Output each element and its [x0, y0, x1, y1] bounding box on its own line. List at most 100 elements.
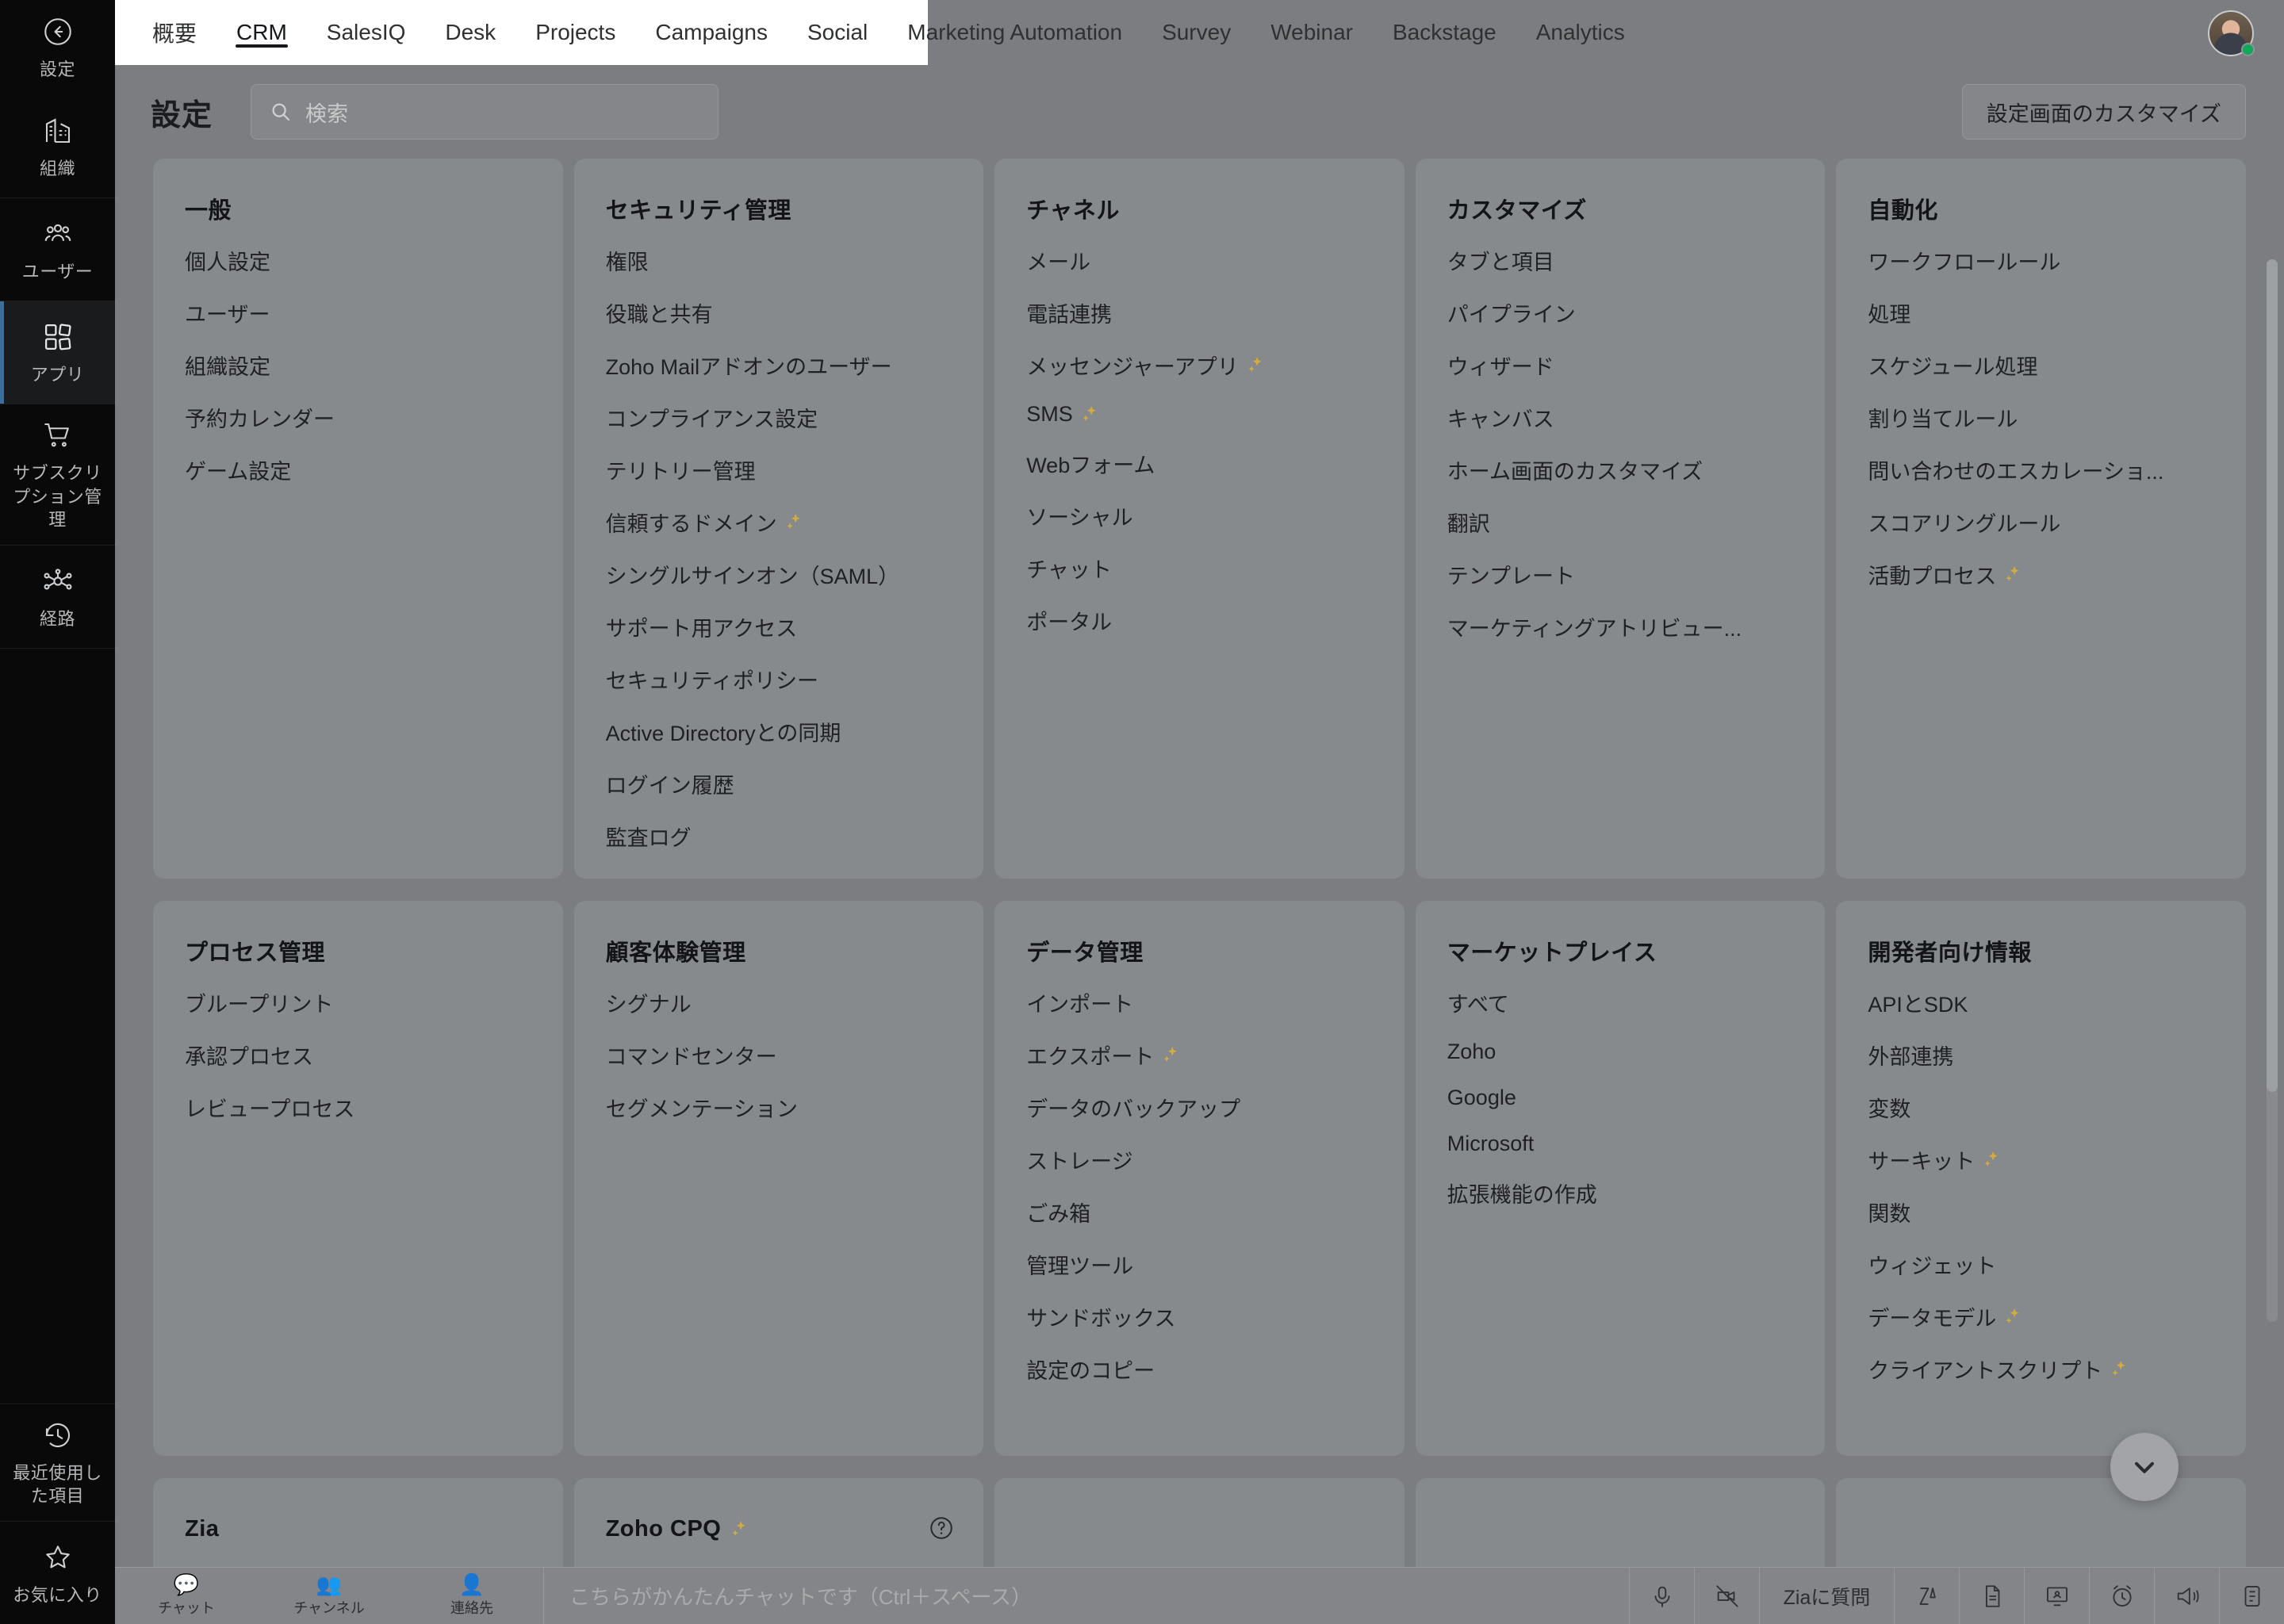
link-booking-calendar[interactable]: 予約カレンダー	[185, 402, 531, 433]
link-translations[interactable]: 翻訳	[1447, 507, 1794, 538]
tab-overview[interactable]: 概要	[132, 0, 217, 65]
sidebar-item-favorites[interactable]: お気に入り	[0, 1521, 115, 1624]
no-video-icon[interactable]	[1694, 1568, 1759, 1624]
tab-social[interactable]: Social	[788, 0, 887, 65]
link-data-backup[interactable]: データのバックアップ	[1026, 1092, 1373, 1123]
link-apis-sdks[interactable]: APIとSDK	[1868, 987, 2214, 1018]
link-export[interactable]: エクスポート	[1026, 1040, 1373, 1071]
tab-webinar[interactable]: Webinar	[1251, 0, 1373, 65]
link-marketplace-google[interactable]: Google	[1447, 1086, 1794, 1110]
link-profiles[interactable]: 権限	[606, 245, 952, 276]
tab-marketing-automation[interactable]: Marketing Automation	[887, 0, 1142, 65]
link-segmentation[interactable]: セグメンテーション	[606, 1092, 952, 1123]
link-gamification[interactable]: ゲーム設定	[185, 454, 531, 485]
link-security-policies[interactable]: セキュリティポリシー	[606, 664, 952, 695]
link-templates[interactable]: テンプレート	[1447, 559, 1794, 590]
search-input[interactable]: 検索	[251, 84, 719, 140]
link-client-script[interactable]: クライアントスクリプト	[1868, 1354, 2214, 1385]
link-actions[interactable]: 処理	[1868, 297, 2214, 328]
link-connections[interactable]: 外部連携	[1868, 1040, 2214, 1071]
link-schedules[interactable]: スケジュール処理	[1868, 350, 2214, 381]
link-admin-tools[interactable]: 管理ツール	[1026, 1249, 1373, 1280]
link-webforms[interactable]: Webフォーム	[1026, 448, 1373, 479]
chat-tool-channels[interactable]: 👥 チャンネル	[258, 1568, 400, 1624]
link-active-directory-sync[interactable]: Active Directoryとの同期	[606, 716, 952, 747]
link-territory-management[interactable]: テリトリー管理	[606, 454, 952, 485]
vertical-scrollbar-track[interactable]	[2267, 259, 2278, 1322]
scroll-down-button[interactable]	[2110, 1433, 2179, 1501]
link-review-process[interactable]: レビュープロセス	[185, 1092, 531, 1123]
link-modules-fields[interactable]: タブと項目	[1447, 245, 1794, 276]
link-assignment-rules[interactable]: 割り当てルール	[1868, 402, 2214, 433]
link-storage[interactable]: ストレージ	[1026, 1144, 1373, 1175]
link-workflow-rules[interactable]: ワークフロールール	[1868, 245, 2214, 276]
link-chat[interactable]: チャット	[1026, 553, 1373, 584]
link-copy-customization[interactable]: 設定のコピー	[1026, 1354, 1373, 1385]
customize-settings-button[interactable]: 設定画面のカスタマイズ	[1961, 84, 2246, 140]
link-users[interactable]: ユーザー	[185, 297, 531, 328]
link-import[interactable]: インポート	[1026, 987, 1373, 1018]
zia-glyph-icon[interactable]	[1894, 1568, 1959, 1624]
sidebar-item-journey[interactable]: 経路	[0, 546, 115, 649]
chat-tool-chat[interactable]: 💬 チャット	[115, 1568, 258, 1624]
link-create-extension[interactable]: 拡張機能の作成	[1447, 1178, 1794, 1208]
link-marketplace-zoho[interactable]: Zoho	[1447, 1040, 1794, 1064]
ask-zia-button[interactable]: Ziaに質問	[1759, 1568, 1894, 1624]
link-command-center[interactable]: コマンドセンター	[606, 1040, 952, 1071]
link-functions[interactable]: 関数	[1868, 1197, 2214, 1228]
link-data-model[interactable]: データモデル	[1868, 1301, 2214, 1332]
announce-icon[interactable]	[2154, 1568, 2219, 1624]
sidebar-item-users[interactable]: ユーザー	[0, 198, 115, 301]
sidebar-item-recent[interactable]: 最近使用した項目	[0, 1403, 115, 1521]
link-variables[interactable]: 変数	[1868, 1092, 2214, 1123]
tab-survey[interactable]: Survey	[1142, 0, 1251, 65]
link-telephony[interactable]: 電話連携	[1026, 297, 1373, 328]
link-approval-process[interactable]: 承認プロセス	[185, 1040, 531, 1071]
link-personal-settings[interactable]: 個人設定	[185, 245, 531, 276]
link-home-customization[interactable]: ホーム画面のカスタマイズ	[1447, 454, 1794, 485]
avatar[interactable]	[2208, 10, 2255, 56]
link-widgets[interactable]: ウィジェット	[1868, 1249, 2214, 1280]
chat-tool-contacts[interactable]: 👤 連絡先	[400, 1568, 543, 1624]
tab-analytics[interactable]: Analytics	[1516, 0, 1645, 65]
link-audit-log[interactable]: 監査ログ	[606, 821, 952, 852]
link-trusted-domains[interactable]: 信頼するドメイン	[606, 507, 952, 538]
link-signals[interactable]: シグナル	[606, 987, 952, 1018]
link-marketplace-microsoft[interactable]: Microsoft	[1447, 1132, 1794, 1156]
link-recycle-bin[interactable]: ごみ箱	[1026, 1197, 1373, 1228]
help-icon[interactable]	[928, 1515, 955, 1542]
link-circuits[interactable]: サーキット	[1868, 1144, 2214, 1175]
presentation-icon[interactable]	[2024, 1568, 2089, 1624]
link-scoring-rules[interactable]: スコアリングルール	[1868, 507, 2214, 538]
document-icon[interactable]	[1959, 1568, 2024, 1624]
link-portals[interactable]: ポータル	[1026, 605, 1373, 636]
tab-desk[interactable]: Desk	[425, 0, 515, 65]
link-marketplace-all[interactable]: すべて	[1447, 987, 1794, 1018]
tab-salesiq[interactable]: SalesIQ	[307, 0, 426, 65]
link-marketing-attribution[interactable]: マーケティングアトリビュー...	[1447, 611, 1794, 642]
link-sandbox[interactable]: サンドボックス	[1026, 1301, 1373, 1332]
link-social[interactable]: ソーシャル	[1026, 500, 1373, 531]
link-compliance-settings[interactable]: コンプライアンス設定	[606, 402, 952, 433]
link-email[interactable]: メール	[1026, 245, 1373, 276]
tab-backstage[interactable]: Backstage	[1373, 0, 1516, 65]
mic-icon[interactable]	[1629, 1568, 1694, 1624]
link-messenger-apps[interactable]: メッセンジャーアプリ	[1026, 350, 1373, 381]
tab-projects[interactable]: Projects	[515, 0, 635, 65]
link-activity-process[interactable]: 活動プロセス	[1868, 559, 2214, 590]
link-blueprint[interactable]: ブループリント	[185, 987, 531, 1018]
link-zoho-mail-addon-users[interactable]: Zoho Mailアドオンのユーザー	[606, 350, 952, 381]
link-case-escalation-rules[interactable]: 問い合わせのエスカレーショ...	[1868, 454, 2214, 485]
link-roles-sharing[interactable]: 役職と共有	[606, 297, 952, 328]
link-single-sign-on-saml[interactable]: シングルサインオン（SAML）	[606, 559, 952, 590]
link-login-history[interactable]: ログイン履歴	[606, 768, 952, 799]
link-org-settings[interactable]: 組織設定	[185, 350, 531, 381]
sidebar-item-organization[interactable]: 組織	[0, 95, 115, 198]
link-support-access[interactable]: サポート用アクセス	[606, 611, 952, 642]
sidebar-item-apps[interactable]: アプリ	[0, 301, 115, 404]
notes-icon[interactable]	[2219, 1568, 2284, 1624]
vertical-scrollbar-thumb[interactable]	[2267, 259, 2278, 1092]
link-wizards[interactable]: ウィザード	[1447, 350, 1794, 381]
link-canvas[interactable]: キャンバス	[1447, 402, 1794, 433]
rail-back-to-settings[interactable]: 設定	[0, 0, 115, 95]
